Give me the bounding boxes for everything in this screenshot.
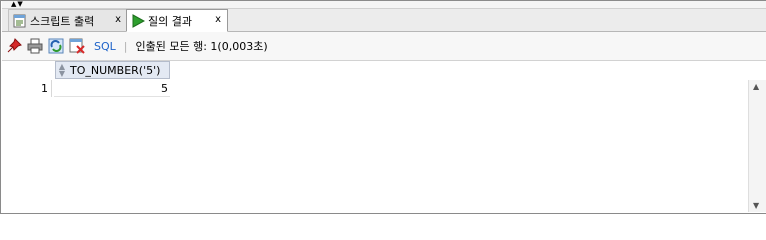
vertical-scrollbar[interactable]: ▲ ▼ [748, 80, 766, 212]
sort-icon[interactable]: ▲ ▼ [57, 63, 67, 78]
close-icon[interactable]: x [215, 14, 221, 25]
table-cell[interactable]: 5 [54, 80, 170, 97]
results-panel: ▲ ▼ 스크립트 출력 x 질의 결과 x SQL | 인출된 모든 행: 1(… [0, 0, 766, 214]
collapse-down-icon[interactable]: ▼ [17, 1, 22, 8]
toolbar-separator: | [123, 39, 128, 53]
refresh-icon[interactable] [47, 37, 65, 55]
row-number: 1 [2, 80, 52, 97]
scroll-up-icon[interactable]: ▲ [753, 82, 759, 91]
print-icon[interactable] [26, 37, 44, 55]
run-icon [132, 13, 145, 28]
tab-script-output[interactable]: 스크립트 출력 x [8, 9, 128, 31]
scroll-down-icon[interactable]: ▼ [753, 201, 759, 210]
sql-button[interactable]: SQL [94, 40, 116, 53]
column-header[interactable]: ▲ ▼ TO_NUMBER('5') [55, 61, 170, 79]
splitter-arrows[interactable]: ▲ ▼ [11, 1, 33, 8]
tab-query-result[interactable]: 질의 결과 x [126, 9, 228, 32]
result-grid: ▲ ▼ TO_NUMBER('5') 1 5 ▲ ▼ [2, 61, 766, 213]
collapse-up-icon[interactable]: ▲ [11, 1, 16, 8]
fetch-status: 인출된 모든 행: 1(0,003초) [135, 40, 268, 53]
pin-icon[interactable] [5, 37, 23, 55]
tab-bar: 스크립트 출력 x 질의 결과 x [2, 9, 766, 32]
script-output-icon [13, 14, 26, 27]
row-header-corner [2, 61, 54, 79]
column-header-label: TO_NUMBER('5') [70, 63, 161, 77]
tab-query-result-label: 질의 결과 [148, 14, 192, 28]
panel-splitter[interactable]: ▲ ▼ [2, 1, 766, 9]
close-icon[interactable]: x [115, 14, 121, 25]
result-toolbar: SQL | 인출된 모든 행: 1(0,003초) [2, 32, 766, 61]
export-icon[interactable] [68, 37, 86, 55]
table-row[interactable]: 1 5 [2, 80, 170, 97]
tab-script-output-label: 스크립트 출력 [30, 14, 95, 28]
